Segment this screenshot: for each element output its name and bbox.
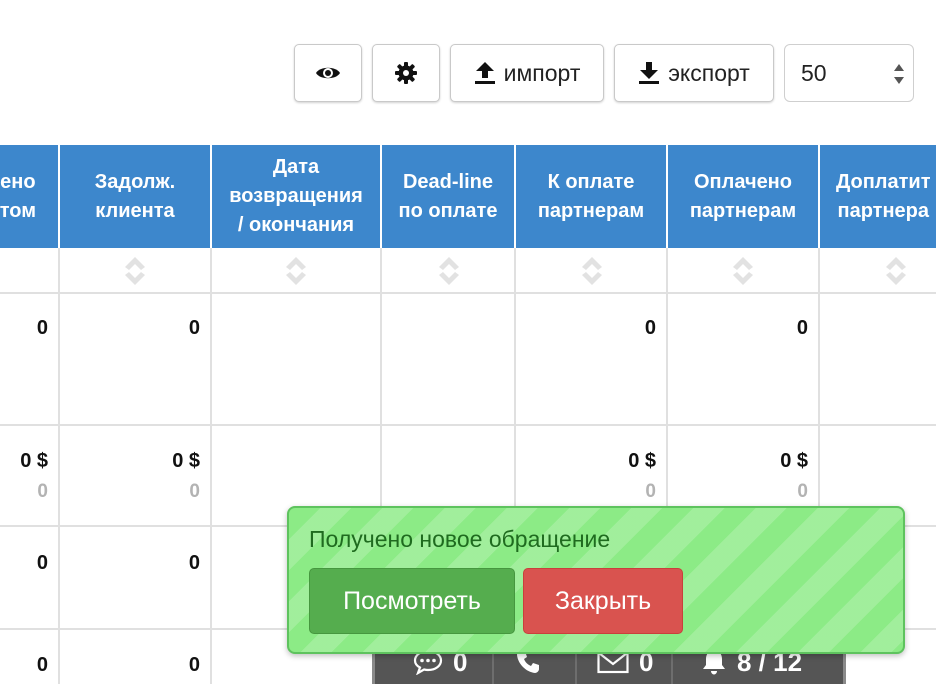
sort-icon[interactable] bbox=[122, 253, 148, 289]
cell-value: 0 bbox=[36, 552, 48, 574]
gear-icon bbox=[395, 62, 417, 84]
close-button[interactable]: Закрыть bbox=[523, 568, 683, 634]
notification-toast: Получено новое обращение Посмотреть Закр… bbox=[287, 506, 905, 654]
page-size-value: 50 bbox=[801, 59, 827, 86]
notification-message: Получено новое обращение bbox=[309, 526, 611, 552]
cell-subvalue: 0 bbox=[645, 481, 656, 502]
view-button[interactable]: Посмотреть bbox=[309, 568, 515, 634]
header-to-pay-partners[interactable]: К оплате партнерам bbox=[516, 145, 668, 248]
table-cell: 0 bbox=[668, 317, 818, 340]
table-cell: 0 bbox=[820, 450, 936, 473]
sort-icon[interactable] bbox=[730, 253, 756, 289]
header-label: К оплате партнерам bbox=[537, 170, 645, 222]
settings-button[interactable] bbox=[372, 44, 440, 102]
table-cell: 0 bbox=[0, 654, 58, 677]
grid-line bbox=[210, 248, 212, 684]
grid-line bbox=[0, 292, 936, 294]
header-paid-partners[interactable]: Оплачено партнерам bbox=[668, 145, 820, 248]
cell-value: 0 $ bbox=[628, 450, 656, 472]
table-cell: 0 $0 bbox=[60, 450, 210, 503]
eye-icon bbox=[315, 64, 341, 82]
header-label: Оплачено партнерам bbox=[689, 170, 797, 222]
view-columns-button[interactable] bbox=[294, 44, 362, 102]
cell-value: 0 bbox=[796, 317, 808, 339]
cell-subvalue: 0 bbox=[189, 481, 200, 502]
export-button[interactable]: экспорт bbox=[614, 44, 774, 102]
upload-icon bbox=[474, 61, 496, 85]
cell-value: 0 bbox=[36, 654, 48, 676]
header-client-debt[interactable]: Задолж. клиента bbox=[60, 145, 212, 248]
table-cell: 0 bbox=[60, 317, 210, 340]
cell-value: 0 bbox=[188, 317, 200, 339]
header-label: Dead-line по оплате bbox=[398, 170, 498, 222]
table-cell: 0 bbox=[60, 552, 210, 575]
table-cell: 0 bbox=[516, 317, 666, 340]
grid-line bbox=[0, 424, 936, 426]
sort-icon[interactable] bbox=[883, 253, 909, 289]
header-return-date[interactable]: Дата возвращения / окончания bbox=[212, 145, 382, 248]
page-size-select[interactable]: 50 bbox=[784, 44, 914, 102]
export-label: экспорт bbox=[668, 59, 750, 86]
table-cell: 0 $0 bbox=[516, 450, 666, 503]
import-button[interactable]: импорт bbox=[450, 44, 604, 102]
cell-subvalue: 0 bbox=[37, 481, 48, 502]
sort-icon[interactable] bbox=[436, 253, 462, 289]
download-icon bbox=[638, 61, 660, 85]
table-cell: 0 bbox=[60, 654, 210, 677]
table-cell: 0 bbox=[0, 317, 58, 340]
header-paid-partial[interactable]: ено том bbox=[0, 145, 60, 248]
select-arrows-icon bbox=[893, 61, 905, 93]
cell-value: 0 $ bbox=[172, 450, 200, 472]
header-surcharge-partners[interactable]: Доплатит партнера bbox=[820, 145, 936, 248]
table-cell: 0 $0 bbox=[668, 450, 818, 503]
cell-value: 0 bbox=[644, 317, 656, 339]
table-cell: 0 $0 bbox=[0, 450, 58, 503]
header-label: ено том bbox=[0, 170, 36, 222]
header-label: Доплатит партнера bbox=[836, 170, 931, 222]
header-label: Дата возвращения / окончания bbox=[229, 156, 363, 236]
cell-value: 0 bbox=[188, 654, 200, 676]
header-deadline[interactable]: Dead-line по оплате bbox=[382, 145, 516, 248]
header-label: Задолж. клиента bbox=[94, 170, 176, 222]
cell-value: 0 $ bbox=[20, 450, 48, 472]
cell-subvalue: 0 bbox=[797, 481, 808, 502]
cell-value: 0 bbox=[36, 317, 48, 339]
sort-icon[interactable] bbox=[579, 253, 605, 289]
import-label: импорт bbox=[503, 59, 581, 86]
table-cell: 0 bbox=[0, 552, 58, 575]
sort-icon[interactable] bbox=[283, 253, 309, 289]
cell-value: 0 bbox=[188, 552, 200, 574]
cell-value: 0 $ bbox=[780, 450, 808, 472]
